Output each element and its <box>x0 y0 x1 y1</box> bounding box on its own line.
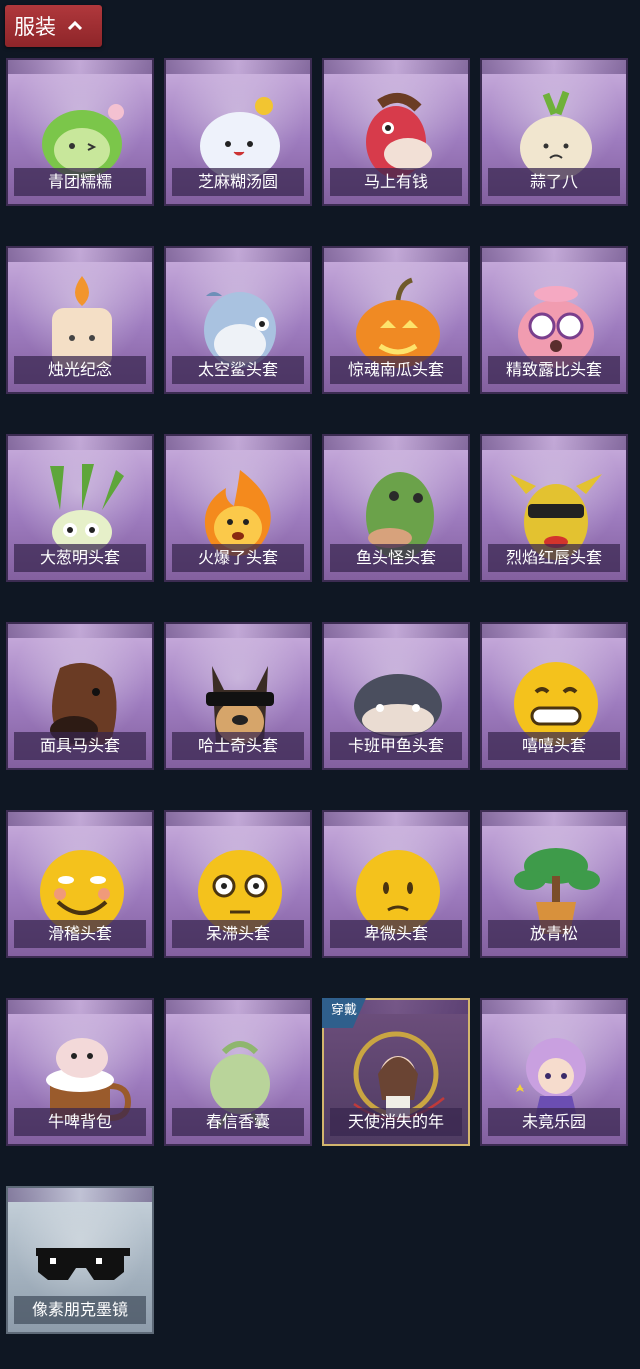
costume-card[interactable]: 哈士奇头套 <box>164 622 312 770</box>
costume-label: 烈焰红唇头套 <box>488 544 620 572</box>
costume-label: 卡班甲鱼头套 <box>330 732 462 760</box>
costume-label: 春信香囊 <box>172 1108 304 1136</box>
costume-card[interactable]: 蒜了八 <box>480 58 628 206</box>
costume-label: 惊魂南瓜头套 <box>330 356 462 384</box>
costume-category-tab[interactable]: 服装 <box>5 5 102 47</box>
costume-card[interactable]: 鱼头怪头套 <box>322 434 470 582</box>
costume-label: 像素朋克墨镜 <box>14 1296 146 1324</box>
costume-card[interactable]: 烛光纪念 <box>6 246 154 394</box>
costume-card[interactable]: 大葱明头套 <box>6 434 154 582</box>
costume-card[interactable]: 青团糯糯 <box>6 58 154 206</box>
costume-card[interactable]: 呆滞头套 <box>164 810 312 958</box>
costume-card[interactable]: 烈焰红唇头套 <box>480 434 628 582</box>
costume-label: 呆滞头套 <box>172 920 304 948</box>
category-title: 服装 <box>14 15 56 39</box>
costume-card[interactable]: 马上有钱 <box>322 58 470 206</box>
costume-label: 烛光纪念 <box>14 356 146 384</box>
costume-label: 精致露比头套 <box>488 356 620 384</box>
costume-label: 火爆了头套 <box>172 544 304 572</box>
costume-label: 卑微头套 <box>330 920 462 948</box>
costume-label: 放青松 <box>488 920 620 948</box>
costume-label: 太空鲨头套 <box>172 356 304 384</box>
costume-card[interactable]: 放青松 <box>480 810 628 958</box>
chevron-up-icon <box>68 19 82 33</box>
costume-card[interactable]: 卡班甲鱼头套 <box>322 622 470 770</box>
costume-card[interactable]: 未竟乐园 <box>480 998 628 1146</box>
costume-label: 蒜了八 <box>488 168 620 196</box>
costume-label: 哈士奇头套 <box>172 732 304 760</box>
costume-label: 马上有钱 <box>330 168 462 196</box>
costume-label: 芝麻糊汤圆 <box>172 168 304 196</box>
costume-card[interactable]: 春信香囊 <box>164 998 312 1146</box>
costume-label: 嘻嘻头套 <box>488 732 620 760</box>
costume-label: 牛啤背包 <box>14 1108 146 1136</box>
costume-card[interactable]: 太空鲨头套 <box>164 246 312 394</box>
costume-card[interactable]: 穿戴 天使消失的年 <box>322 998 470 1146</box>
costume-grid: 青团糯糯 芝麻糊汤圆 马上有钱 蒜了八烛光纪念 太空鲨头套 惊魂南瓜头套 精致露比头套大葱明… <box>6 58 628 1334</box>
costume-label: 滑稽头套 <box>14 920 146 948</box>
costume-label: 未竟乐园 <box>488 1108 620 1136</box>
costume-label: 面具马头套 <box>14 732 146 760</box>
costume-card[interactable]: 火爆了头套 <box>164 434 312 582</box>
costume-card[interactable]: 牛啤背包 <box>6 998 154 1146</box>
costume-card[interactable]: 面具马头套 <box>6 622 154 770</box>
costume-label: 青团糯糯 <box>14 168 146 196</box>
costume-card[interactable]: 像素朋克墨镜 <box>6 1186 154 1334</box>
costume-card[interactable]: 卑微头套 <box>322 810 470 958</box>
costume-label: 天使消失的年 <box>330 1108 462 1136</box>
costume-label: 大葱明头套 <box>14 544 146 572</box>
costume-card[interactable]: 嘻嘻头套 <box>480 622 628 770</box>
costume-card[interactable]: 精致露比头套 <box>480 246 628 394</box>
costume-card[interactable]: 芝麻糊汤圆 <box>164 58 312 206</box>
costume-label: 鱼头怪头套 <box>330 544 462 572</box>
costume-card[interactable]: 滑稽头套 <box>6 810 154 958</box>
costume-card[interactable]: 惊魂南瓜头套 <box>322 246 470 394</box>
